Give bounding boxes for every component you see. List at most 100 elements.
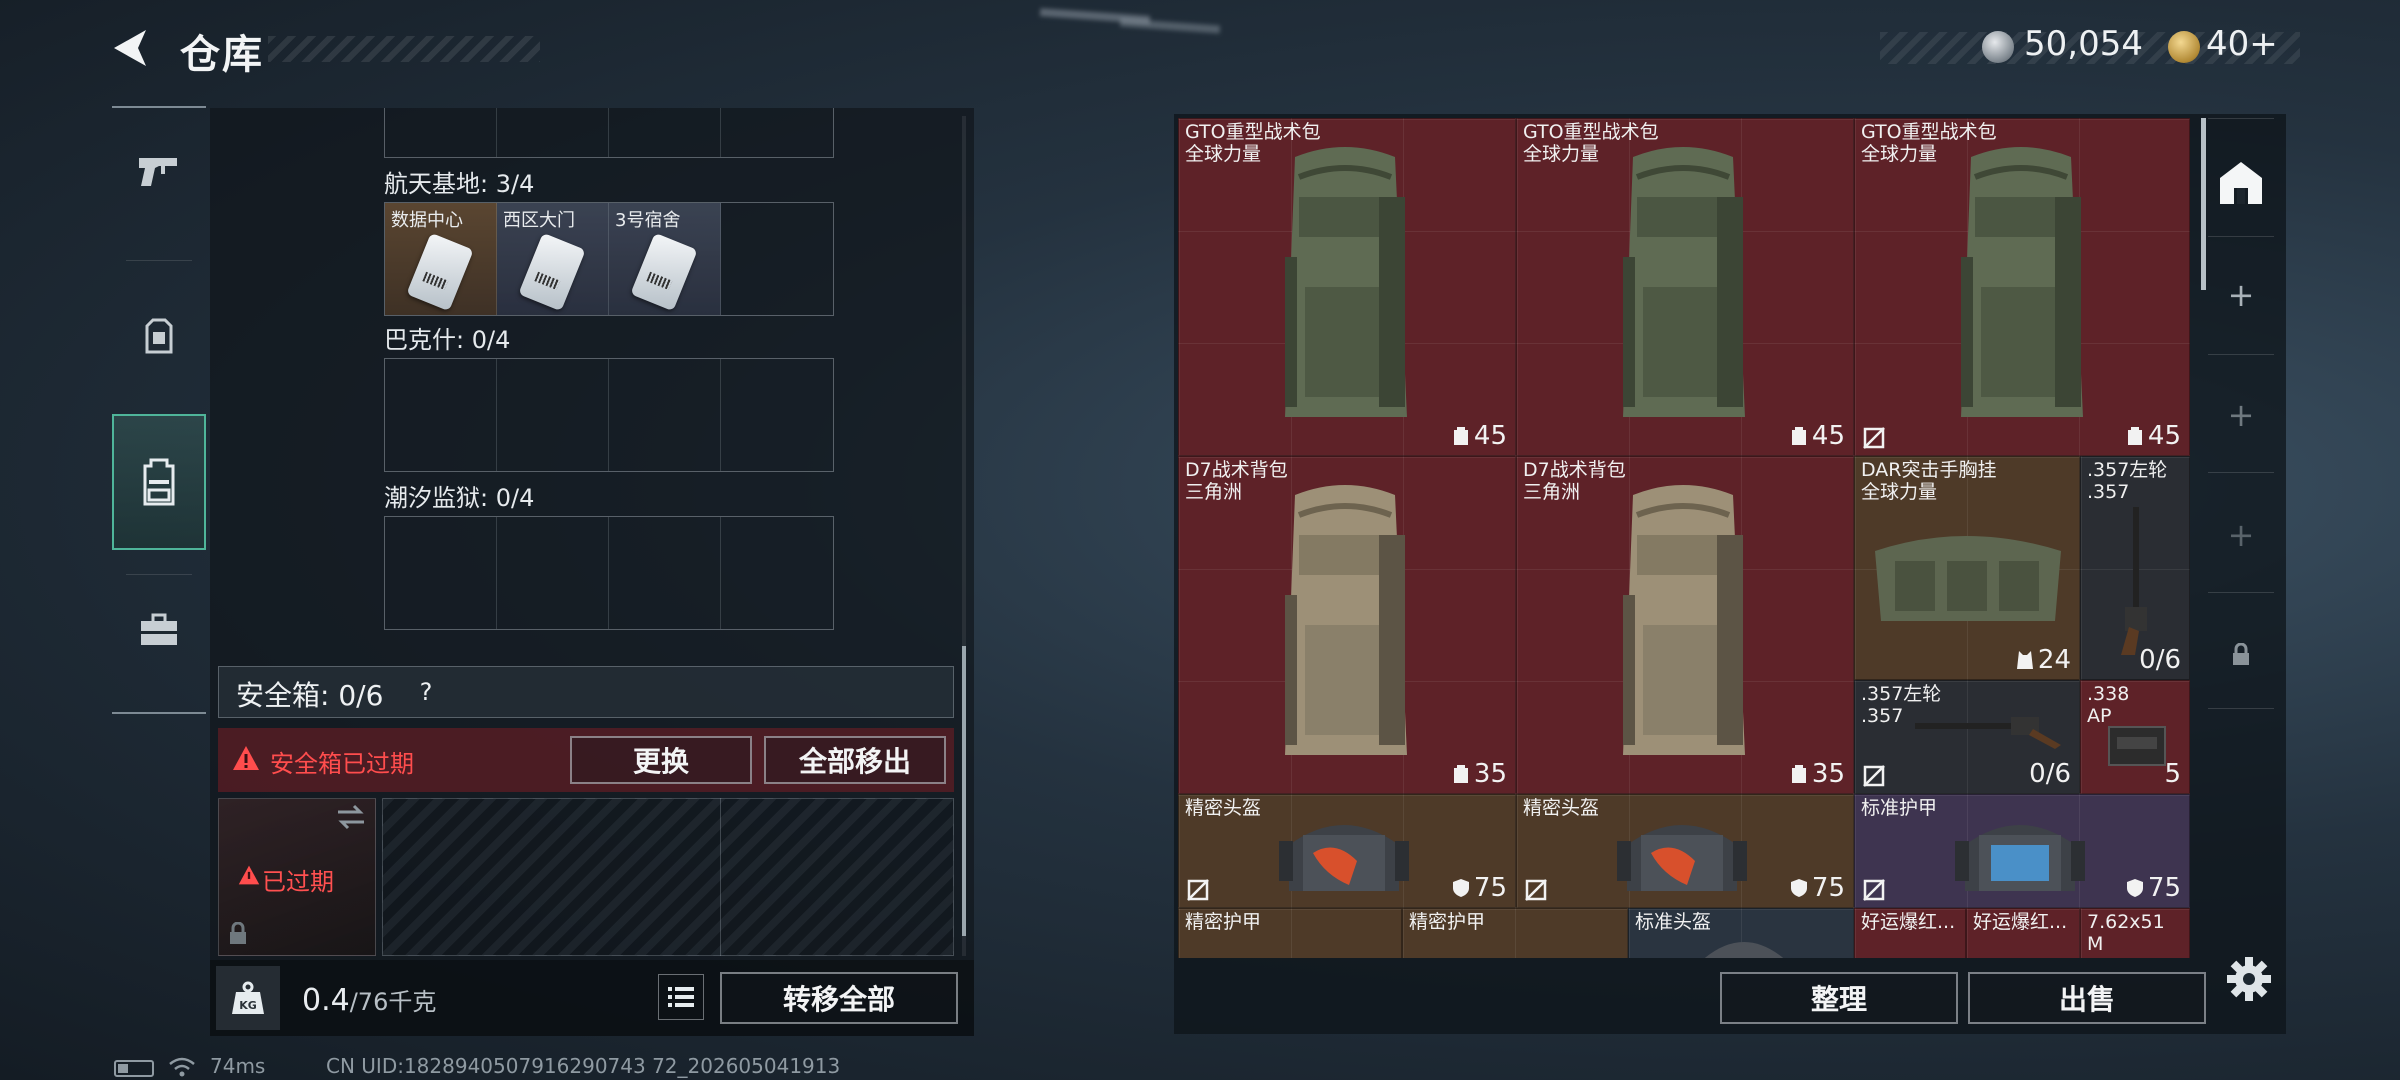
empty-key-slot[interactable] xyxy=(721,517,833,629)
key-slot[interactable]: 数据中心 xyxy=(385,203,497,315)
keycard-icon xyxy=(518,232,586,312)
inventory-item[interactable]: GTO重型战术包 全球力量 45 xyxy=(1516,118,1854,456)
backpack-image xyxy=(1961,147,2083,417)
backpack-image xyxy=(1285,147,1407,417)
shield-icon xyxy=(1790,879,1807,897)
section-label: 航天基地: 3/4 xyxy=(384,170,535,198)
backpack-tab[interactable] xyxy=(112,414,206,550)
svg-text:KG: KG xyxy=(239,999,257,1012)
sell-button[interactable]: 出售 xyxy=(1968,972,2206,1024)
sort-button[interactable]: 整理 xyxy=(1720,972,1958,1024)
item-name: 好运爆红... xyxy=(1973,911,2068,933)
warning-icon xyxy=(232,744,260,772)
armor-tab[interactable] xyxy=(112,284,206,388)
inventory-item[interactable]: GTO重型战术包 全球力量 45 xyxy=(1178,118,1516,456)
backpack-icon xyxy=(1453,427,1468,445)
stash-scroll-thumb[interactable] xyxy=(962,646,966,936)
inventory-item[interactable]: 7.62x51 M xyxy=(2080,908,2190,958)
no-insure-icon xyxy=(1863,765,1885,787)
item-capacity: 45 xyxy=(1452,421,1507,451)
key-grid xyxy=(384,358,834,472)
gear-icon[interactable] xyxy=(2224,954,2274,1004)
help-icon[interactable]: ? xyxy=(410,676,442,708)
weight-value: 0.4 xyxy=(302,983,350,1018)
remove-all-button[interactable]: 全部移出 xyxy=(764,736,946,784)
empty-key-slot[interactable] xyxy=(497,359,609,471)
inventory-item[interactable]: 精密护甲 xyxy=(1402,908,1628,958)
item-ammo-count: 0/6 xyxy=(2029,759,2071,789)
shield-icon xyxy=(2126,879,2143,897)
inventory-item[interactable]: .338 AP 5 xyxy=(2080,680,2190,794)
inventory-item[interactable]: 好运爆红... xyxy=(1854,908,1966,958)
item-durability: 75 xyxy=(2126,873,2181,903)
backpack-image xyxy=(1623,485,1745,755)
slot-expired-label: 已过期 xyxy=(262,868,334,896)
weapon-tab[interactable] xyxy=(112,118,206,222)
category-rail xyxy=(112,106,206,714)
add-container-button[interactable]: + xyxy=(2196,480,2286,590)
list-view-button[interactable] xyxy=(658,974,704,1020)
inventory-item[interactable]: GTO重型战术包 全球力量 45 xyxy=(1854,118,2190,456)
item-name: 标准护甲 xyxy=(1861,797,1938,819)
item-name: D7战术背包 三角洲 xyxy=(1185,459,1288,503)
inventory-scroll-thumb[interactable] xyxy=(2201,118,2206,290)
inventory-item[interactable]: DAR突击手胸挂 全球力量 24 xyxy=(1854,456,2080,680)
backpack-image xyxy=(1623,147,1745,417)
stash-container-tab[interactable] xyxy=(2196,128,2286,238)
weight-readout: 0.4/76千克 xyxy=(302,982,436,1018)
revolver-image xyxy=(1915,717,2061,749)
lock-icon xyxy=(2233,643,2249,665)
background-streak xyxy=(1119,18,1221,34)
container-rail: + + + xyxy=(2196,114,2286,954)
inventory-item[interactable]: 标准头盔 xyxy=(1628,908,1854,958)
inventory-item[interactable]: .357左轮 .357 0/6 xyxy=(2080,456,2190,680)
add-container-button[interactable]: + xyxy=(2196,360,2286,470)
empty-key-slot[interactable] xyxy=(497,517,609,629)
inventory-item[interactable]: D7战术背包 三角洲 35 xyxy=(1516,456,1854,794)
ping-readout: 74ms xyxy=(210,1054,266,1078)
backpack-icon xyxy=(1453,765,1468,783)
item-durability: 75 xyxy=(1452,873,1507,903)
pistol-icon xyxy=(139,158,177,186)
item-count: 5 xyxy=(2164,759,2181,789)
empty-key-slot[interactable] xyxy=(721,359,833,471)
inventory-grid: GTO重型战术包 全球力量 45 GTO重型战术包 全球力量 45 GTO重型战术包… xyxy=(1178,118,2190,958)
empty-key-slot[interactable] xyxy=(609,359,721,471)
expired-notice: 安全箱已过期 xyxy=(270,750,414,778)
back-arrow-icon[interactable] xyxy=(108,24,156,72)
inventory-item[interactable]: 好运爆红... xyxy=(1966,908,2080,958)
inventory-item[interactable]: 精密护甲 xyxy=(1178,908,1402,958)
gold-currency-amount[interactable]: 40+ xyxy=(2206,24,2278,64)
ammo-box-image xyxy=(2108,726,2166,766)
title-decoration xyxy=(268,36,540,62)
no-insure-icon xyxy=(1863,879,1885,901)
inventory-item[interactable]: 精密头盔 75 xyxy=(1516,794,1854,908)
key-slot[interactable]: 西区大门 xyxy=(497,203,609,315)
empty-key-slot[interactable] xyxy=(609,517,721,629)
item-name: 7.62x51 M xyxy=(2087,911,2165,955)
replace-button[interactable]: 更换 xyxy=(570,736,752,784)
backpack-icon xyxy=(1791,427,1806,445)
weight-capacity: /76千克 xyxy=(349,988,437,1016)
empty-key-slot[interactable] xyxy=(385,359,497,471)
inventory-item[interactable]: 标准护甲 75 xyxy=(1854,794,2190,908)
transfer-all-button[interactable]: 转移全部 xyxy=(720,972,958,1024)
plus-icon: + xyxy=(2227,396,2255,434)
key-slot[interactable]: 3号宿舍 xyxy=(609,203,721,315)
empty-key-slot[interactable] xyxy=(385,517,497,629)
locked-container-slot xyxy=(2196,600,2286,710)
add-container-button[interactable]: + xyxy=(2196,240,2286,350)
toolbox-icon xyxy=(141,613,177,645)
inventory-item[interactable]: D7战术背包 三角洲 35 xyxy=(1178,456,1516,794)
inventory-item[interactable]: .357左轮 .357 0/6 xyxy=(1854,680,2080,794)
chest-rig-image xyxy=(1875,536,2061,621)
inventory-item[interactable]: 精密头盔 75 xyxy=(1178,794,1516,908)
toolbox-tab[interactable] xyxy=(112,578,206,682)
backpack-icon xyxy=(2127,427,2142,445)
no-insure-icon xyxy=(1187,879,1209,901)
vest-icon xyxy=(2016,651,2033,669)
warehouse-icon xyxy=(2220,162,2262,204)
empty-key-slot[interactable] xyxy=(721,203,833,315)
item-durability: 75 xyxy=(1790,873,1845,903)
swap-icon[interactable] xyxy=(336,804,366,830)
